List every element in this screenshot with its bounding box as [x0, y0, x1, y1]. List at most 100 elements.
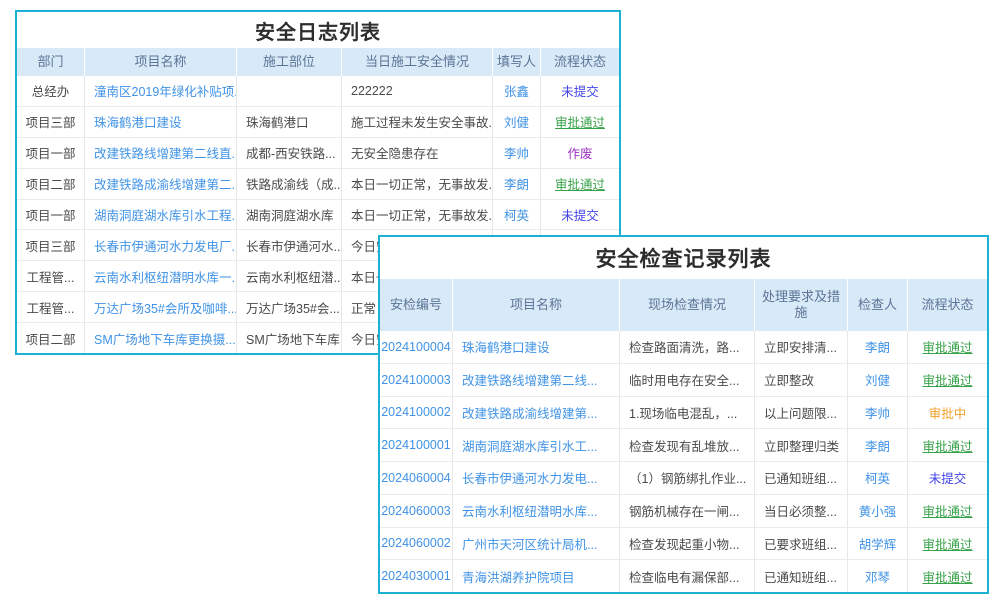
- inspector-link[interactable]: 黄小强: [847, 495, 907, 527]
- cell-inspection-situation: 检查临电有漏保部...: [619, 560, 754, 592]
- table-row: 项目一部湖南洞庭湖水库引水工程...湖南洞庭湖水库本日一切正常，无事故发...柯…: [17, 199, 619, 230]
- writer-link[interactable]: 李帅: [492, 138, 540, 168]
- project-name-link[interactable]: 云南水利枢纽潜明水库...: [452, 495, 619, 527]
- project-name-link[interactable]: 珠海鹤港口建设: [452, 331, 619, 363]
- project-name-link[interactable]: 云南水利枢纽潜明水库一...: [84, 261, 236, 291]
- inspector-link[interactable]: 邓琴: [847, 560, 907, 592]
- column-header-inspection-situation: 现场检查情况: [619, 279, 754, 331]
- inspection-no-link[interactable]: 2024030001: [380, 560, 452, 592]
- status-text: 未提交: [907, 462, 987, 494]
- project-name-link[interactable]: 长春市伊通河水力发电...: [452, 462, 619, 494]
- inspector-link[interactable]: 刘健: [847, 364, 907, 396]
- status-text: 作废: [540, 138, 619, 168]
- table-row: 2024060002广州市天河区统计局机...检查发现起重小物...已要求班组.…: [380, 527, 987, 560]
- cell-inspection-situation: 检查发现有乱堆放...: [619, 429, 754, 461]
- cell-inspection-situation: 1.现场临电混乱，...: [619, 397, 754, 429]
- cell-treatment-measures: 以上问题限...: [754, 397, 847, 429]
- table-row: 2024100004珠海鹤港口建设检查路面清洗，路...立即安排清...李朗审批…: [380, 331, 987, 363]
- table-row: 2024100002改建铁路成渝线增建第...1.现场临电混乱，...以上问题限…: [380, 396, 987, 429]
- project-name-link[interactable]: 湖南洞庭湖水库引水工程...: [84, 200, 236, 230]
- column-header-project-name: 项目名称: [452, 279, 619, 331]
- table-row: 2024060003云南水利枢纽潜明水库...钢筋机械存在一闸...当日必须整.…: [380, 494, 987, 527]
- status-text[interactable]: 审批通过: [907, 429, 987, 461]
- cell-department: 总经办: [17, 76, 84, 106]
- cell-construction-part: 云南水利枢纽潜...: [236, 261, 341, 291]
- writer-link[interactable]: 李朗: [492, 169, 540, 199]
- writer-link[interactable]: 柯英: [492, 200, 540, 230]
- status-text[interactable]: 审批通过: [907, 495, 987, 527]
- inspector-link[interactable]: 胡学辉: [847, 528, 907, 560]
- inspection-no-link[interactable]: 2024100002: [380, 397, 452, 429]
- inspection-no-link[interactable]: 2024060004: [380, 462, 452, 494]
- table-row: 2024100003改建铁路线增建第二线...临时用电存在安全...立即整改刘健…: [380, 363, 987, 396]
- cell-safety-situation: 本日一切正常，无事故发...: [341, 169, 492, 199]
- project-name-link[interactable]: 青海洪湖养护院项目: [452, 560, 619, 592]
- inspection-no-link[interactable]: 2024100001: [380, 429, 452, 461]
- cell-treatment-measures: 立即整改: [754, 364, 847, 396]
- cell-safety-situation: 无安全隐患存在: [341, 138, 492, 168]
- cell-department: 工程管...: [17, 261, 84, 291]
- cell-construction-part: [236, 76, 341, 106]
- cell-department: 项目三部: [17, 230, 84, 260]
- project-name-link[interactable]: 湖南洞庭湖水库引水工...: [452, 429, 619, 461]
- project-name-link[interactable]: 潼南区2019年绿化补贴项...: [84, 76, 236, 106]
- inspector-link[interactable]: 柯英: [847, 462, 907, 494]
- inspector-link[interactable]: 李朗: [847, 331, 907, 363]
- status-text[interactable]: 审批通过: [907, 364, 987, 396]
- writer-link[interactable]: 刘健: [492, 107, 540, 137]
- column-header-status: 流程状态: [540, 48, 619, 76]
- cell-treatment-measures: 已通知班组...: [754, 462, 847, 494]
- inspection-no-link[interactable]: 2024100004: [380, 331, 452, 363]
- project-name-link[interactable]: SM广场地下车库更换摄...: [84, 323, 236, 353]
- cell-department: 工程管...: [17, 292, 84, 322]
- cell-department: 项目一部: [17, 138, 84, 168]
- cell-inspection-situation: （1）钢筋绑扎作业...: [619, 462, 754, 494]
- cell-department: 项目二部: [17, 169, 84, 199]
- cell-construction-part: SM广场地下车库: [236, 323, 341, 353]
- cell-treatment-measures: 已要求班组...: [754, 528, 847, 560]
- cell-inspection-situation: 检查路面清洗，路...: [619, 331, 754, 363]
- project-name-link[interactable]: 改建铁路成渝线增建第二...: [84, 169, 236, 199]
- inspector-link[interactable]: 李朗: [847, 429, 907, 461]
- cell-department: 项目一部: [17, 200, 84, 230]
- cell-inspection-situation: 检查发现起重小物...: [619, 528, 754, 560]
- status-text[interactable]: 审批通过: [907, 528, 987, 560]
- column-header-project-name: 项目名称: [84, 48, 236, 76]
- project-name-link[interactable]: 改建铁路线增建第二线直...: [84, 138, 236, 168]
- cell-safety-situation: 施工过程未发生安全事故...: [341, 107, 492, 137]
- project-name-link[interactable]: 广州市天河区统计局机...: [452, 528, 619, 560]
- column-header-safety-situation: 当日施工安全情况: [341, 48, 492, 76]
- column-header-inspector: 检查人: [847, 279, 907, 331]
- table-row: 项目三部珠海鹤港口建设珠海鹤港口施工过程未发生安全事故...刘健审批通过: [17, 106, 619, 137]
- cell-inspection-situation: 钢筋机械存在一闸...: [619, 495, 754, 527]
- project-name-link[interactable]: 珠海鹤港口建设: [84, 107, 236, 137]
- inspector-link[interactable]: 李帅: [847, 397, 907, 429]
- cell-construction-part: 万达广场35#会...: [236, 292, 341, 322]
- cell-department: 项目三部: [17, 107, 84, 137]
- inspection-no-link[interactable]: 2024060003: [380, 495, 452, 527]
- status-text[interactable]: 审批通过: [907, 560, 987, 592]
- column-header-treatment-measures: 处理要求及措施: [754, 279, 847, 331]
- table-row: 总经办潼南区2019年绿化补贴项...222222张鑫未提交: [17, 76, 619, 106]
- cell-safety-situation: 本日一切正常，无事故发...: [341, 200, 492, 230]
- cell-construction-part: 成都-西安铁路...: [236, 138, 341, 168]
- table-row: 项目一部改建铁路线增建第二线直...成都-西安铁路...无安全隐患存在李帅作废: [17, 137, 619, 168]
- cell-department: 项目二部: [17, 323, 84, 353]
- status-text[interactable]: 审批通过: [540, 107, 619, 137]
- status-text[interactable]: 审批通过: [907, 331, 987, 363]
- inspection-no-link[interactable]: 2024100003: [380, 364, 452, 396]
- column-header-inspection-no: 安检编号: [380, 279, 452, 331]
- safety-check-header-row: 安检编号 项目名称 现场检查情况 处理要求及措施 检查人 流程状态: [380, 279, 987, 331]
- project-name-link[interactable]: 改建铁路成渝线增建第...: [452, 397, 619, 429]
- project-name-link[interactable]: 长春市伊通河水力发电厂...: [84, 230, 236, 260]
- project-name-link[interactable]: 万达广场35#会所及咖啡...: [84, 292, 236, 322]
- cell-construction-part: 湖南洞庭湖水库: [236, 200, 341, 230]
- column-header-writer: 填写人: [492, 48, 540, 76]
- cell-inspection-situation: 临时用电存在安全...: [619, 364, 754, 396]
- inspection-no-link[interactable]: 2024060002: [380, 528, 452, 560]
- safety-log-title: 安全日志列表: [17, 12, 619, 48]
- project-name-link[interactable]: 改建铁路线增建第二线...: [452, 364, 619, 396]
- status-text: 未提交: [540, 200, 619, 230]
- status-text[interactable]: 审批通过: [540, 169, 619, 199]
- writer-link[interactable]: 张鑫: [492, 76, 540, 106]
